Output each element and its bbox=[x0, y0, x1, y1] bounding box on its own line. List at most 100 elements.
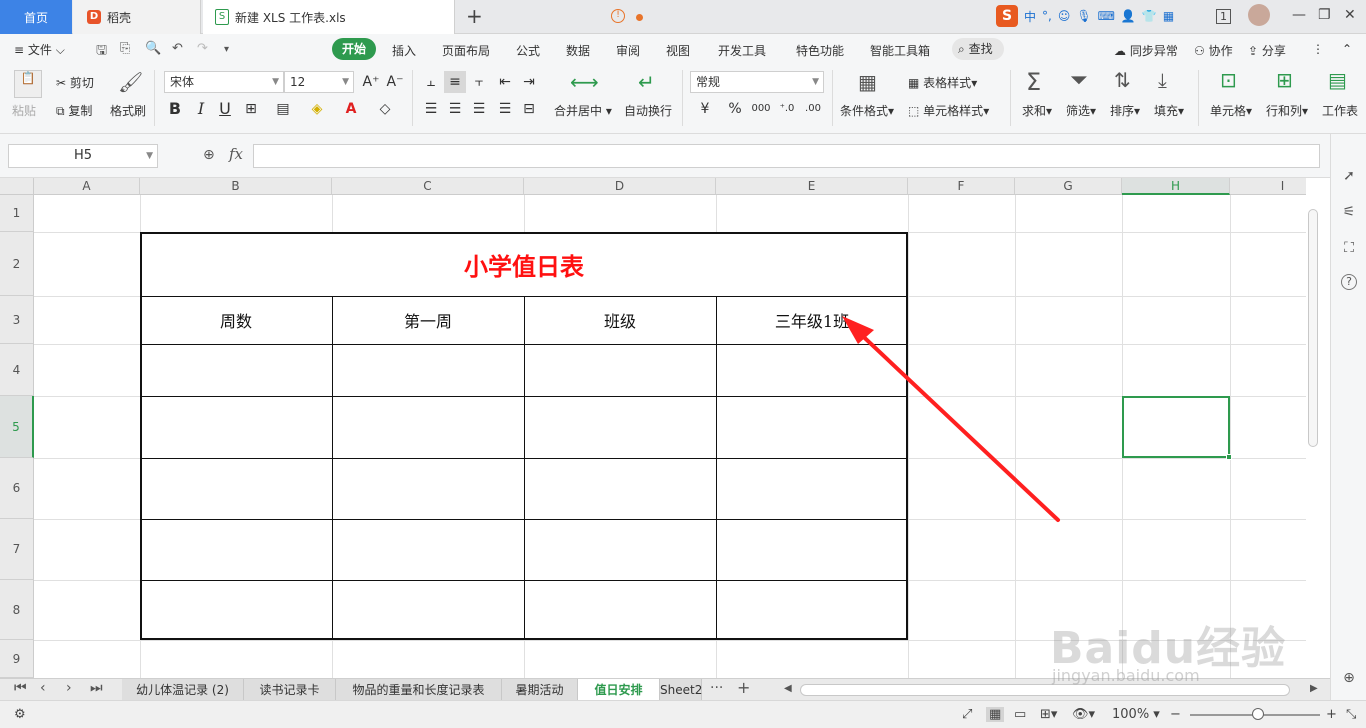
avatar[interactable] bbox=[1248, 4, 1270, 26]
status-expand-icon[interactable]: ⤡ bbox=[1346, 707, 1356, 722]
cursor-icon[interactable]: ➚ bbox=[1339, 166, 1359, 186]
row-header-4[interactable]: 4 bbox=[0, 344, 34, 396]
decrease-decimal-icon[interactable]: .00 bbox=[802, 98, 824, 120]
file-menu[interactable]: ≡ 文件 ⌵ bbox=[14, 41, 65, 58]
vertical-scroll-thumb[interactable] bbox=[1308, 209, 1318, 447]
zoom-out-icon[interactable]: − bbox=[1170, 707, 1181, 722]
increase-font-icon[interactable]: A⁺ bbox=[360, 71, 382, 93]
next-sheet-icon[interactable]: › bbox=[66, 680, 72, 696]
menu-data[interactable]: 数据 bbox=[566, 42, 590, 59]
column-header-c[interactable]: C bbox=[332, 178, 524, 195]
align-right-icon[interactable]: ☰ bbox=[468, 98, 490, 120]
sort-icon[interactable]: ⇅ bbox=[1114, 68, 1131, 92]
sheet-tab[interactable]: 暑期活动 bbox=[502, 679, 578, 701]
column-header-i[interactable]: I bbox=[1230, 178, 1306, 195]
grid-icon[interactable]: ▦ bbox=[1163, 9, 1174, 23]
scroll-right-icon[interactable]: ▶ bbox=[1310, 683, 1318, 694]
filter-button[interactable]: 筛选▾ bbox=[1066, 102, 1096, 119]
menu-formula[interactable]: 公式 bbox=[516, 42, 540, 59]
fill-style-icon[interactable]: ▤ bbox=[272, 98, 294, 120]
save-icon[interactable]: 🖫 bbox=[96, 41, 107, 63]
cell-d3[interactable]: 班级 bbox=[524, 296, 716, 344]
ime-toolbar[interactable]: S 中 °, ☺ 🎙 ⌨ 👤 👕 ▦ bbox=[996, 5, 1174, 27]
ime-punct[interactable]: °, bbox=[1042, 9, 1052, 23]
select-all-corner[interactable] bbox=[0, 178, 34, 195]
column-header-b[interactable]: B bbox=[140, 178, 332, 195]
new-tab-button[interactable]: + bbox=[466, 4, 483, 28]
font-color-icon[interactable]: A bbox=[340, 98, 362, 120]
sheet-tab[interactable]: 读书记录卡 bbox=[244, 679, 336, 701]
panel-toggle-icon[interactable]: ⊕ bbox=[1339, 668, 1359, 688]
ime-mode[interactable]: 中 bbox=[1024, 8, 1036, 25]
row-header-9[interactable]: 9 bbox=[0, 640, 34, 678]
row-header-1[interactable]: 1 bbox=[0, 195, 34, 232]
bold-button[interactable]: B bbox=[164, 98, 186, 120]
align-top-icon[interactable]: ⫠ bbox=[420, 71, 442, 93]
prev-sheet-icon[interactable]: ‹ bbox=[40, 680, 46, 696]
tab-docer[interactable]: D 稻壳 bbox=[73, 0, 201, 34]
row-header-5[interactable]: 5 bbox=[0, 396, 34, 458]
restore-icon[interactable]: ❐ bbox=[1318, 7, 1331, 23]
share-button[interactable]: ⇪ 分享 bbox=[1248, 42, 1286, 59]
format-painter-button[interactable]: 格式刷 bbox=[110, 102, 146, 119]
shape-icon[interactable]: ⛶ bbox=[1339, 238, 1359, 258]
font-size-select[interactable]: 12 ▼ bbox=[284, 71, 354, 93]
wrap-text-icon[interactable]: ↵ bbox=[638, 70, 655, 94]
cell-style-button[interactable]: ⬚ 单元格样式▾ bbox=[908, 102, 989, 119]
fill-color-icon[interactable]: ◈ bbox=[306, 98, 328, 120]
fullscreen-icon[interactable]: ⤢ bbox=[962, 707, 972, 722]
align-bottom-icon[interactable]: ⫟ bbox=[468, 71, 490, 93]
collaborate-button[interactable]: ⚇ 协作 bbox=[1194, 42, 1233, 59]
align-middle-icon[interactable]: ≡ bbox=[444, 71, 466, 93]
row-header-6[interactable]: 6 bbox=[0, 458, 34, 519]
cut-button[interactable]: ✂ 剪切 bbox=[56, 74, 94, 91]
minimize-icon[interactable]: — bbox=[1292, 7, 1306, 23]
page-layout-view-icon[interactable]: ▭ bbox=[1014, 707, 1026, 722]
mic-icon[interactable]: 🎙 bbox=[1076, 9, 1091, 23]
align-left-icon[interactable]: ☰ bbox=[420, 98, 442, 120]
font-name-select[interactable]: 宋体 ▼ bbox=[164, 71, 284, 93]
menu-special[interactable]: 特色功能 bbox=[796, 42, 844, 59]
search-button[interactable]: ⌕ 查找 bbox=[952, 38, 1004, 60]
customize-icon[interactable]: ▾ bbox=[224, 44, 229, 55]
cell-c3[interactable]: 第一周 bbox=[332, 296, 524, 344]
scroll-left-icon[interactable]: ◀ bbox=[784, 683, 792, 694]
first-sheet-icon[interactable]: ⏮ bbox=[14, 680, 27, 696]
more-icon[interactable]: ⋮ bbox=[1312, 42, 1324, 56]
menu-smart-tools[interactable]: 智能工具箱 bbox=[870, 42, 930, 59]
column-header-e[interactable]: E bbox=[716, 178, 908, 195]
close-icon[interactable]: ✕ bbox=[1344, 7, 1356, 23]
sheet-tab[interactable]: Sheet2 bbox=[660, 679, 702, 701]
number-format-select[interactable]: 常规 ▼ bbox=[690, 71, 824, 93]
filter-icon[interactable]: ⏷ bbox=[1070, 68, 1088, 93]
zoom-in-icon[interactable]: + bbox=[1326, 707, 1337, 722]
table-title[interactable]: 小学值日表 bbox=[140, 232, 908, 296]
border-icon[interactable]: ⊞ bbox=[240, 98, 262, 120]
clear-format-icon[interactable]: ◇ bbox=[374, 98, 396, 120]
column-header-d[interactable]: D bbox=[524, 178, 716, 195]
wrap-text-button[interactable]: 自动换行 bbox=[624, 102, 672, 119]
cell-icon[interactable]: ⊡ bbox=[1220, 68, 1237, 92]
column-header-h[interactable]: H bbox=[1122, 178, 1230, 195]
paste-button[interactable]: 粘贴 bbox=[12, 102, 36, 119]
formula-input[interactable] bbox=[253, 144, 1320, 168]
underline-button[interactable]: U bbox=[214, 98, 236, 120]
fill-icon[interactable]: ⤓ bbox=[1158, 68, 1167, 92]
zoom-formula-icon[interactable]: ⊕ bbox=[203, 147, 215, 163]
export-icon[interactable]: ⎘ bbox=[120, 41, 130, 56]
menu-review[interactable]: 审阅 bbox=[616, 42, 640, 59]
settings-sliders-icon[interactable]: ⚟ bbox=[1339, 202, 1359, 222]
more-sheets-button[interactable]: ··· bbox=[710, 680, 723, 696]
window-count[interactable]: 1 bbox=[1216, 9, 1231, 24]
row-header-3[interactable]: 3 bbox=[0, 296, 34, 344]
sheet-tab[interactable]: 物品的重量和长度记录表 bbox=[336, 679, 502, 701]
sync-status[interactable]: ☁ 同步异常 bbox=[1114, 42, 1178, 59]
percent-icon[interactable]: % bbox=[724, 98, 746, 120]
last-sheet-icon[interactable]: ⏭ bbox=[90, 680, 103, 696]
conditional-format-icon[interactable]: ▦ bbox=[858, 70, 877, 94]
page-break-view-icon[interactable]: ⊞▾ bbox=[1040, 707, 1057, 722]
conditional-format-button[interactable]: 条件格式▾ bbox=[840, 102, 894, 119]
skin-icon[interactable]: 👕 bbox=[1142, 9, 1157, 23]
paste-icon[interactable]: 📋 bbox=[14, 70, 42, 98]
emoji-icon[interactable]: ☺ bbox=[1058, 9, 1071, 23]
